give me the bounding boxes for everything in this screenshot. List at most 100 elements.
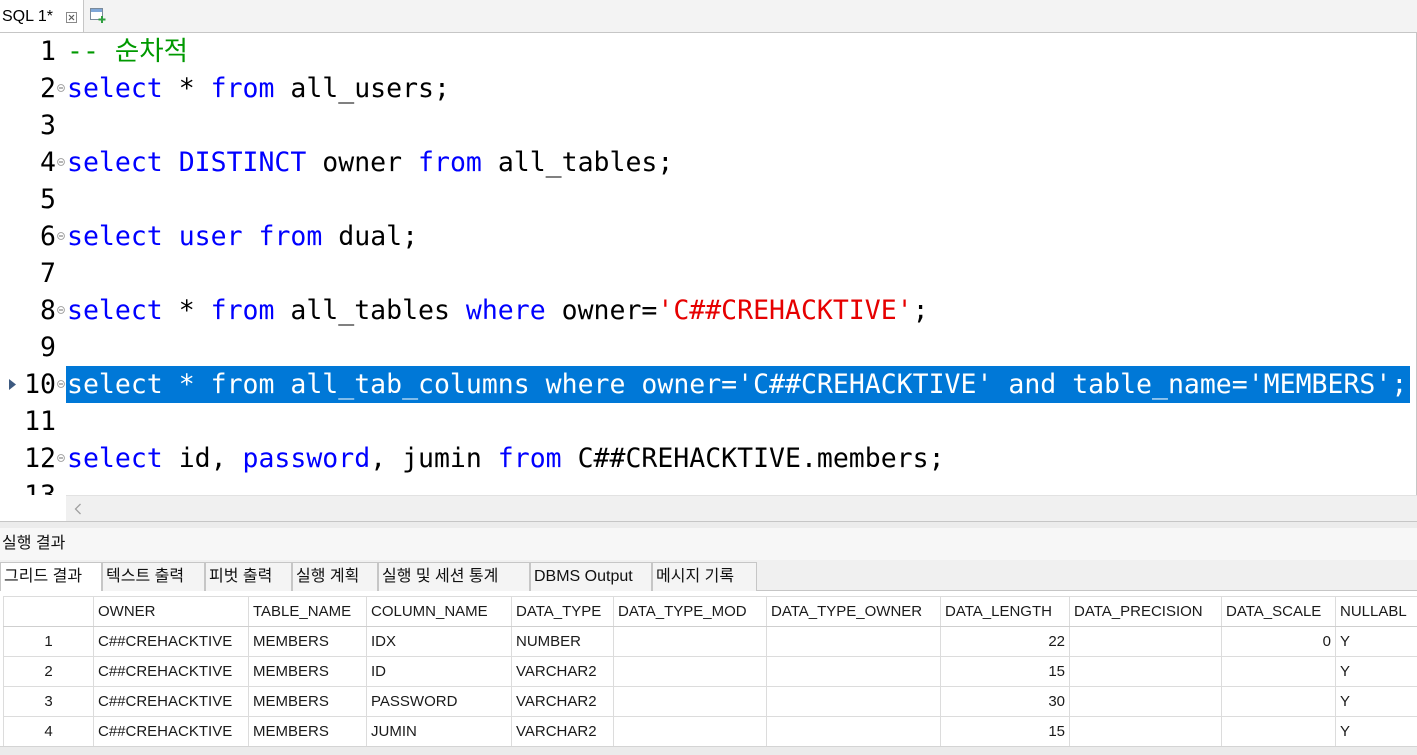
code-token[interactable]: select — [67, 147, 163, 178]
result-tab-execution-session-stats[interactable]: 실행 및 세션 통계 — [378, 562, 530, 591]
grid-cell[interactable]: MEMBERS — [248, 686, 367, 717]
grid-cell[interactable] — [1221, 716, 1336, 746]
grid-cell[interactable]: VARCHAR2 — [511, 716, 614, 746]
code-token[interactable]: DISTINCT — [179, 147, 307, 178]
code-token[interactable]: 'C##CREHACKTIVE' — [737, 369, 992, 400]
editor-horizontal-scrollbar[interactable] — [66, 495, 1417, 521]
grid-cell[interactable]: 0 — [1221, 626, 1336, 657]
editor-tab-sql-1[interactable]: SQL 1* — [0, 0, 84, 32]
grid-cell[interactable]: 22 — [940, 626, 1070, 657]
code-token[interactable]: all_tables; — [482, 147, 674, 178]
sql-code-editor[interactable]: 1 -- 순차적 2 select * from all_users; 3 4 select… — [0, 33, 1417, 495]
grid-cell[interactable]: 15 — [940, 656, 1070, 687]
code-token[interactable] — [992, 369, 1008, 400]
grid-cell[interactable]: MEMBERS — [248, 716, 367, 746]
code-text[interactable]: select * from all_tables where owner='C#… — [67, 292, 929, 329]
code-token[interactable]: user — [179, 221, 243, 252]
code-text[interactable]: select * from all_tab_columns where owne… — [66, 366, 1411, 403]
grid-horizontal-scrollbar[interactable] — [0, 746, 1417, 755]
panel-splitter[interactable] — [0, 521, 1417, 528]
grid-cell[interactable]: 30 — [940, 686, 1070, 717]
result-tab-text-output[interactable]: 텍스트 출력 — [102, 562, 205, 591]
grid-cell[interactable]: PASSWORD — [366, 686, 512, 717]
code-token[interactable]: all_users; — [274, 73, 450, 104]
grid-cell[interactable]: IDX — [366, 626, 512, 657]
code-token[interactable]: dual; — [322, 221, 418, 252]
code-token[interactable]: table_name= — [1056, 369, 1248, 400]
grid-cell[interactable] — [766, 626, 941, 657]
fold-minus-icon[interactable] — [57, 306, 65, 314]
grid-cell[interactable] — [613, 716, 767, 746]
code-token[interactable]: owner= — [625, 369, 737, 400]
code-text[interactable]: select DISTINCT owner from all_tables; — [67, 144, 673, 181]
grid-cell[interactable] — [1069, 656, 1222, 687]
editor-line-7[interactable]: 7 — [0, 255, 1416, 292]
code-token[interactable]: 'C##CREHACKTIVE' — [657, 295, 912, 326]
fold-minus-icon[interactable] — [57, 232, 65, 240]
code-text[interactable]: select * from all_users; — [67, 70, 450, 107]
code-token[interactable]: owner= — [546, 295, 658, 326]
grid-cell[interactable] — [613, 686, 767, 717]
editor-line-5[interactable]: 5 — [0, 181, 1416, 218]
code-token[interactable]: , jumin — [370, 443, 498, 474]
row-number-cell[interactable]: 4 — [3, 716, 94, 746]
column-header-data-type-mod[interactable]: DATA_TYPE_MOD — [613, 596, 767, 627]
column-header-data-precision[interactable]: DATA_PRECISION — [1069, 596, 1222, 627]
column-header-data-scale[interactable]: DATA_SCALE — [1221, 596, 1336, 627]
grid-cell[interactable]: VARCHAR2 — [511, 686, 614, 717]
code-token[interactable]: select — [67, 369, 163, 400]
editor-line-6[interactable]: 6 select user from dual; — [0, 218, 1416, 255]
fold-minus-icon[interactable] — [57, 454, 65, 462]
editor-line-9[interactable]: 9 — [0, 329, 1416, 366]
code-token[interactable] — [243, 221, 259, 252]
grid-cell[interactable]: Y — [1335, 626, 1417, 657]
code-token[interactable]: * — [163, 73, 211, 104]
code-token[interactable]: select — [67, 295, 163, 326]
grid-cell[interactable]: Y — [1335, 656, 1417, 687]
code-token[interactable]: * — [163, 369, 211, 400]
grid-row[interactable]: 3 C##CREHACKTIVE MEMBERS PASSWORD VARCHAR2 30… — [3, 686, 1417, 717]
grid-row[interactable]: 2 C##CREHACKTIVE MEMBERS ID VARCHAR2 15 Y — [3, 656, 1417, 687]
column-header-nullabl[interactable]: NULLABL — [1335, 596, 1417, 627]
code-token[interactable]: all_tab_columns — [274, 369, 545, 400]
code-token[interactable]: from — [498, 443, 562, 474]
fold-minus-icon[interactable] — [57, 380, 65, 388]
chevron-left-icon[interactable] — [74, 503, 82, 515]
grid-cell[interactable] — [1069, 626, 1222, 657]
editor-line-3[interactable]: 3 — [0, 107, 1416, 144]
code-token[interactable]: from — [211, 73, 275, 104]
code-text[interactable]: -- 순차적 — [67, 33, 188, 70]
grid-row[interactable]: 4 C##CREHACKTIVE MEMBERS JUMIN VARCHAR2 15 Y — [3, 716, 1417, 746]
result-tab-message-history[interactable]: 메시지 기록 — [652, 562, 757, 591]
column-header-owner[interactable]: OWNER — [93, 596, 249, 627]
grid-cell[interactable]: NUMBER — [511, 626, 614, 657]
code-token[interactable]: C##CREHACKTIVE.members; — [562, 443, 945, 474]
code-token[interactable]: from — [211, 369, 275, 400]
row-number-cell[interactable]: 2 — [3, 656, 94, 687]
code-token[interactable]: where — [546, 369, 626, 400]
grid-corner-cell[interactable] — [3, 596, 94, 627]
grid-cell[interactable]: Y — [1335, 716, 1417, 746]
grid-cell[interactable]: C##CREHACKTIVE — [93, 686, 249, 717]
code-token[interactable] — [163, 147, 179, 178]
editor-line-11[interactable]: 11 — [0, 403, 1416, 440]
grid-cell[interactable]: C##CREHACKTIVE — [93, 716, 249, 746]
fold-minus-icon[interactable] — [57, 84, 65, 92]
column-header-column-name[interactable]: COLUMN_NAME — [366, 596, 512, 627]
editor-line-1[interactable]: 1 -- 순차적 — [0, 33, 1416, 70]
grid-cell[interactable] — [1069, 716, 1222, 746]
result-tab-pivot-output[interactable]: 피벗 출력 — [205, 562, 292, 591]
row-number-cell[interactable]: 1 — [3, 626, 94, 657]
column-header-table-name[interactable]: TABLE_NAME — [248, 596, 367, 627]
grid-cell[interactable] — [613, 656, 767, 687]
grid-cell[interactable]: C##CREHACKTIVE — [93, 626, 249, 657]
editor-line-8[interactable]: 8 select * from all_tables where owner='C… — [0, 292, 1416, 329]
grid-cell[interactable] — [766, 656, 941, 687]
editor-line-4[interactable]: 4 select DISTINCT owner from all_tables; — [0, 144, 1416, 181]
code-token[interactable]: 'MEMBERS' — [1248, 369, 1392, 400]
grid-cell[interactable]: 15 — [940, 716, 1070, 746]
grid-row[interactable]: 1 C##CREHACKTIVE MEMBERS IDX NUMBER 22 0 Y — [3, 626, 1417, 657]
code-token[interactable]: all_tables — [274, 295, 465, 326]
code-token[interactable]: from — [211, 295, 275, 326]
result-tab-grid[interactable]: 그리드 결과 — [0, 562, 102, 592]
